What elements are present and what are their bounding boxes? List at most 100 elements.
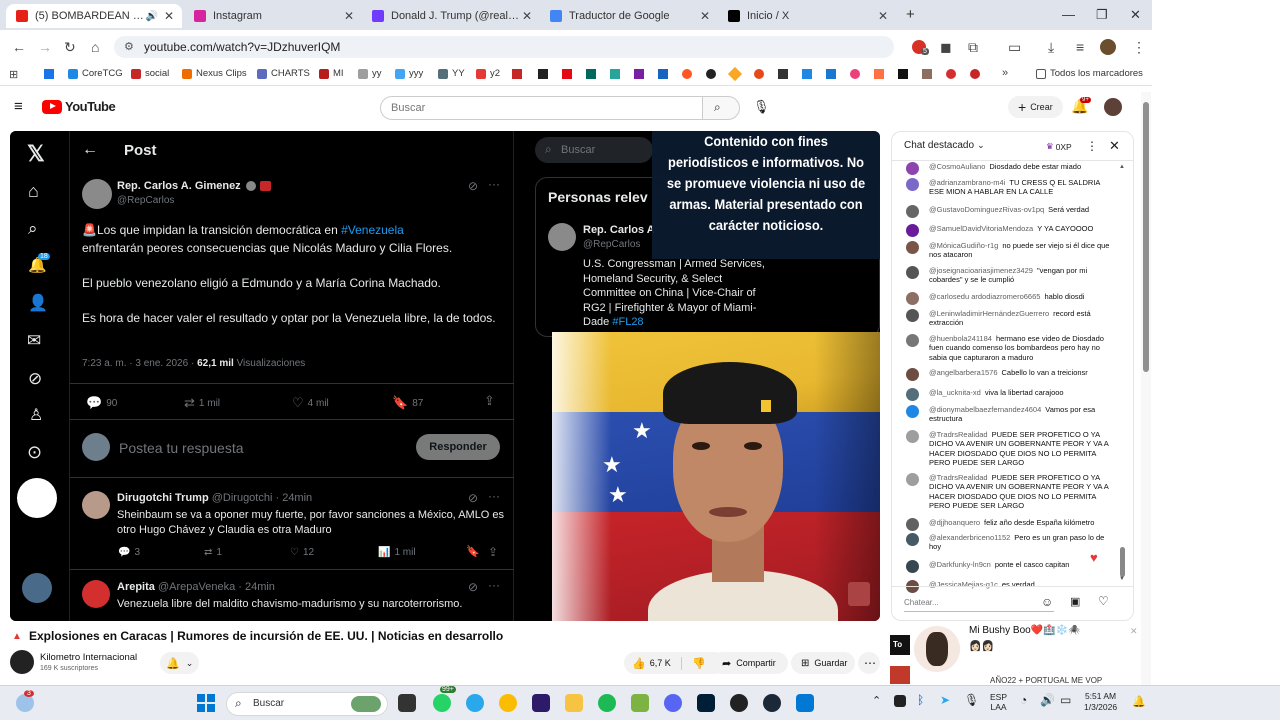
chat-avatar[interactable] bbox=[906, 266, 919, 279]
bookmark-item[interactable]: Nexus Clips bbox=[182, 68, 247, 79]
close-tab-icon[interactable]: ✕ bbox=[878, 9, 888, 23]
chat-avatar[interactable] bbox=[906, 533, 919, 546]
home-icon[interactable]: ⌂ bbox=[91, 39, 99, 55]
emoji-icon[interactable]: ☺ bbox=[1041, 595, 1053, 609]
microphone-icon[interactable]: 🎙 bbox=[753, 99, 770, 115]
wifi-icon[interactable]: ◔ bbox=[1020, 693, 1027, 707]
bookmark-item[interactable]: MI bbox=[319, 68, 344, 79]
steam-icon[interactable] bbox=[763, 694, 781, 712]
language-indicator[interactable]: ESP LAA bbox=[990, 692, 1007, 712]
browser-tab[interactable]: Traductor de Google ✕ bbox=[540, 4, 718, 28]
bookmark-icon[interactable] bbox=[946, 69, 956, 79]
reload-icon[interactable]: ↻ bbox=[64, 39, 76, 56]
chat-username[interactable]: @MónicaGudiño-r1g bbox=[929, 241, 998, 250]
puzzle-icon[interactable]: ⧉ bbox=[968, 39, 978, 56]
more-actions-button[interactable]: ⋯ bbox=[858, 652, 880, 674]
bookmark-icon[interactable] bbox=[634, 69, 644, 79]
telegram-icon[interactable] bbox=[466, 694, 484, 712]
bookmark-icon[interactable] bbox=[922, 69, 932, 79]
discord-icon[interactable] bbox=[664, 694, 682, 712]
app-icon[interactable] bbox=[730, 694, 748, 712]
bookmark-item[interactable]: yy bbox=[358, 68, 382, 79]
new-tab-icon[interactable]: + bbox=[906, 6, 915, 23]
chat-username[interactable]: @GustavoDominguezRivas-ov1pq bbox=[929, 205, 1044, 214]
bookmark-icon[interactable] bbox=[778, 69, 788, 79]
chat-avatar[interactable] bbox=[906, 473, 919, 486]
bookmark-item[interactable]: YY bbox=[438, 68, 465, 79]
close-tab-icon[interactable]: ✕ bbox=[164, 9, 174, 23]
bookmark-icon[interactable] bbox=[658, 69, 668, 79]
close-chat-icon[interactable]: ✕ bbox=[1109, 138, 1120, 154]
chat-username[interactable]: @TradrsRealidad bbox=[929, 430, 988, 439]
chat-username[interactable]: @JessicaMejias-g1c bbox=[929, 580, 998, 589]
mic-tray-icon[interactable]: 🎙 bbox=[964, 693, 979, 707]
browser-tab[interactable]: Instagram ✕ bbox=[184, 4, 362, 28]
chat-username[interactable]: @angelbarbera1576 bbox=[929, 368, 998, 377]
bluetooth-icon[interactable]: ᛒ bbox=[917, 693, 924, 707]
forward-icon[interactable]: → bbox=[38, 39, 52, 55]
page-scrollbar[interactable] bbox=[1141, 92, 1151, 685]
tray-app-icon[interactable] bbox=[894, 695, 906, 707]
chat-username[interactable]: @alexanderbriceno1152 bbox=[929, 533, 1010, 542]
url-input[interactable]: ⚙ youtube.com/watch?v=JDzhuverIQM bbox=[114, 36, 894, 58]
battery-icon[interactable]: ▭ bbox=[1060, 693, 1071, 707]
folder-icon[interactable] bbox=[565, 694, 583, 712]
chat-avatar[interactable] bbox=[906, 430, 919, 443]
chat-username[interactable]: @huenbola241184 bbox=[929, 334, 992, 343]
close-tab-icon[interactable]: ✕ bbox=[700, 9, 710, 23]
chat-avatar[interactable] bbox=[906, 309, 919, 322]
notification-bell-button[interactable]: 🔔 ⌄ bbox=[160, 652, 200, 674]
clock[interactable]: 5:51 AM 1/3/2026 bbox=[1084, 691, 1117, 713]
search-button[interactable]: ⌕ bbox=[702, 96, 740, 120]
taskbar-search[interactable]: ⌕ Buscar bbox=[226, 692, 388, 716]
bookmark-icon[interactable] bbox=[706, 69, 716, 79]
telegram-tray-icon[interactable]: ➤ bbox=[940, 693, 950, 707]
bookmark-icon[interactable] bbox=[754, 69, 764, 79]
chat-avatar[interactable] bbox=[906, 162, 919, 175]
chat-avatar[interactable] bbox=[906, 224, 919, 237]
chat-avatar[interactable] bbox=[906, 334, 919, 347]
weather-icon[interactable] bbox=[16, 694, 34, 712]
suggestion-avatar[interactable] bbox=[914, 626, 960, 672]
bookmark-icon[interactable] bbox=[874, 69, 884, 79]
xp-badge[interactable]: ♛ 0XP bbox=[1046, 141, 1072, 152]
chat-avatar[interactable] bbox=[906, 368, 919, 381]
bookmark-icon[interactable] bbox=[898, 69, 908, 79]
photoshop-icon[interactable] bbox=[697, 694, 715, 712]
heart-icon[interactable]: ♡ bbox=[1098, 594, 1109, 608]
more-vert-icon[interactable]: ⋮ bbox=[1086, 139, 1098, 153]
channel-avatar[interactable] bbox=[10, 650, 34, 674]
media-icon[interactable]: ≡ bbox=[1076, 39, 1084, 55]
chat-username[interactable]: @LeninwladimirHernándezGuerrero bbox=[929, 309, 1049, 318]
bookmark-icon[interactable] bbox=[562, 69, 572, 79]
super-chat-icon[interactable]: ▣ bbox=[1070, 595, 1080, 608]
share-button[interactable]: ➦ Compartir bbox=[712, 652, 788, 674]
apps-icon[interactable]: ⊞ bbox=[9, 68, 18, 81]
close-tab-icon[interactable]: ✕ bbox=[344, 9, 354, 23]
account-avatar[interactable] bbox=[1104, 98, 1122, 116]
hamburger-menu-icon[interactable]: ≡ bbox=[14, 98, 23, 115]
chat-username[interactable]: @SamuelDavidVitoriaMendoza bbox=[929, 224, 1033, 233]
suggestion-thumbnail[interactable] bbox=[890, 666, 910, 684]
chat-avatar[interactable] bbox=[906, 292, 919, 305]
tray-chevron-icon[interactable]: ⌃ bbox=[872, 694, 881, 707]
bookmark-item[interactable]: yyy bbox=[395, 68, 423, 79]
bookmark-icon[interactable] bbox=[610, 69, 620, 79]
chat-avatar[interactable] bbox=[906, 388, 919, 401]
whatsapp-icon[interactable] bbox=[433, 694, 451, 712]
bookmark-icon[interactable] bbox=[512, 69, 522, 79]
chat-avatar[interactable] bbox=[906, 205, 919, 218]
chat-username[interactable]: @djjhoanquero bbox=[929, 518, 980, 527]
bookmark-item[interactable]: CHARTS bbox=[257, 68, 310, 79]
bookmark-icon[interactable] bbox=[802, 69, 812, 79]
bookmark-icon[interactable] bbox=[850, 69, 860, 79]
chat-username[interactable]: @Darkfunky-ln9cn bbox=[929, 560, 991, 569]
bookmark-icon[interactable] bbox=[826, 69, 836, 79]
chat-username[interactable]: @joseignacioariasjimenez3429 bbox=[929, 266, 1033, 275]
back-icon[interactable]: ← bbox=[12, 39, 26, 55]
chat-username[interactable]: @la_ucknita-xd bbox=[929, 388, 981, 397]
volume-icon[interactable]: 🔊 bbox=[1040, 693, 1055, 707]
extension-icon[interactable]: ◼ bbox=[940, 39, 952, 56]
chat-username[interactable]: @TradrsRealidad bbox=[929, 473, 988, 482]
suggestion-title[interactable]: AÑO22 + PORTUGAL ME VOP bbox=[990, 676, 1102, 685]
